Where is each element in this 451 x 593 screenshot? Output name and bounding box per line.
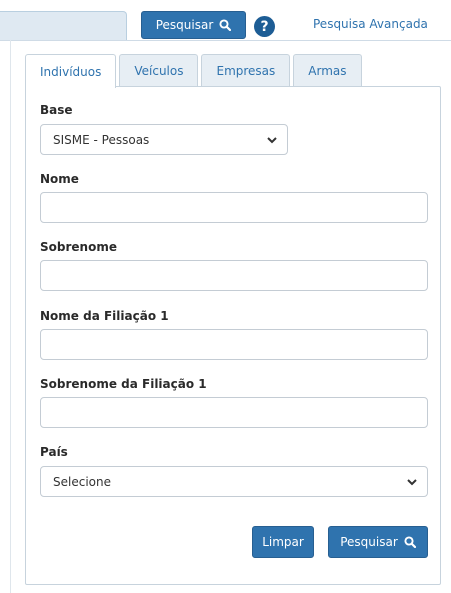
pais-select-value: Selecione xyxy=(53,474,111,489)
base-label: Base xyxy=(40,103,73,117)
nome-input[interactable] xyxy=(40,192,428,223)
tab-veiculos[interactable]: Veículos xyxy=(119,54,199,87)
search-tabs: Indivíduos Veículos Empresas Armas xyxy=(25,54,365,88)
pais-select[interactable]: Selecione xyxy=(40,466,428,497)
filiacao-sobrenome-input[interactable] xyxy=(40,397,428,428)
top-search-input[interactable] xyxy=(0,11,127,41)
tab-individuos[interactable]: Indivíduos xyxy=(25,54,117,88)
top-search-bar: Pesquisar ? Pesquisa Avançada xyxy=(0,0,451,41)
nome-label: Nome xyxy=(40,172,79,186)
divider xyxy=(0,40,451,41)
search-button-label: Pesquisar xyxy=(340,535,398,549)
pais-label: País xyxy=(40,445,68,459)
help-icon[interactable]: ? xyxy=(254,16,275,37)
chevron-down-icon xyxy=(267,137,277,144)
advanced-search-link[interactable]: Pesquisa Avançada xyxy=(313,17,428,31)
left-rail xyxy=(10,40,11,593)
top-search-button-label: Pesquisar xyxy=(155,18,214,32)
search-icon xyxy=(219,19,232,31)
base-select-value: SISME - Pessoas xyxy=(53,132,150,147)
tab-armas[interactable]: Armas xyxy=(293,54,362,87)
base-select[interactable]: SISME - Pessoas xyxy=(40,124,288,155)
chevron-down-icon xyxy=(407,479,417,486)
search-button[interactable]: Pesquisar xyxy=(328,526,428,558)
sobrenome-label: Sobrenome xyxy=(40,240,117,254)
tab-empresas[interactable]: Empresas xyxy=(201,54,291,87)
filiacao-nome-label: Nome da Filiação 1 xyxy=(40,309,169,323)
filiacao-nome-input[interactable] xyxy=(40,329,428,360)
sobrenome-input[interactable] xyxy=(40,260,428,291)
clear-button[interactable]: Limpar xyxy=(252,526,314,558)
top-search-button[interactable]: Pesquisar xyxy=(141,11,246,39)
search-icon xyxy=(404,536,416,548)
filiacao-sobrenome-label: Sobrenome da Filiação 1 xyxy=(40,377,207,391)
clear-button-label: Limpar xyxy=(262,535,304,549)
